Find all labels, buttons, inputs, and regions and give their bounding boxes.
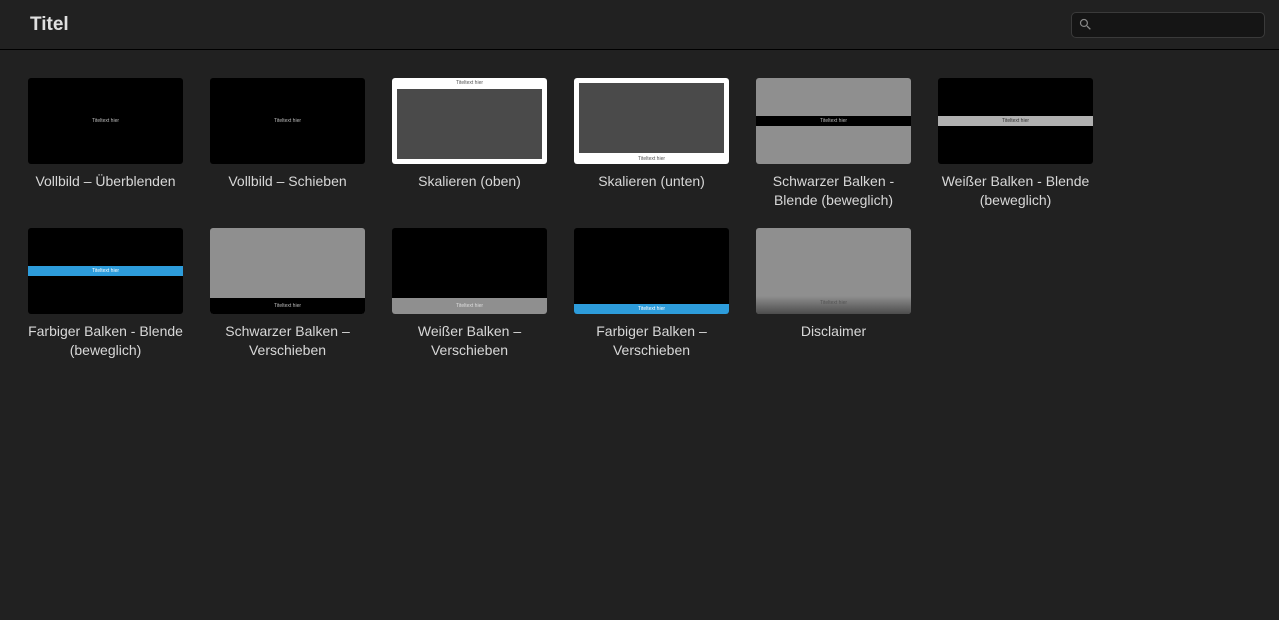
thumb-placeholder-text: Titeltext hier — [820, 118, 847, 124]
title-item[interactable]: Titeltext hier Vollbild – Schieben — [210, 78, 365, 210]
title-thumbnail: Titeltext hier — [574, 228, 729, 314]
title-thumbnail: Titeltext hier — [574, 78, 729, 164]
title-item[interactable]: Titeltext hier Skalieren (unten) — [574, 78, 729, 210]
title-thumbnail: Titeltext hier — [392, 228, 547, 314]
title-label: Schwarzer Balken – Verschieben — [210, 322, 365, 360]
title-item[interactable]: Titeltext hier Disclaimer — [756, 228, 911, 360]
title-label: Schwarzer Balken - Blende (beweglich) — [756, 172, 911, 210]
title-thumbnail: Titeltext hier — [28, 228, 183, 314]
thumb-placeholder-text: Titeltext hier — [638, 306, 665, 312]
title-item[interactable]: Titeltext hier Schwarzer Balken – Verschi… — [210, 228, 365, 360]
thumb-placeholder-text: Titeltext hier — [92, 118, 119, 124]
search-field[interactable] — [1071, 12, 1265, 38]
title-thumbnail: Titeltext hier — [756, 78, 911, 164]
page-title: Titel — [14, 14, 69, 36]
thumb-placeholder-text: Titeltext hier — [456, 303, 483, 309]
search-icon — [1078, 17, 1093, 32]
title-thumbnail: Titeltext hier — [756, 228, 911, 314]
thumb-placeholder-text: Titeltext hier — [456, 80, 483, 86]
search-input[interactable] — [1099, 17, 1258, 32]
thumb-placeholder-text: Titeltext hier — [638, 156, 665, 162]
header-bar: Titel — [0, 0, 1279, 50]
title-label: Farbiger Balken – Verschieben — [574, 322, 729, 360]
title-thumbnail: Titeltext hier — [392, 78, 547, 164]
title-item[interactable]: Titeltext hier Weißer Balken – Verschiebe… — [392, 228, 547, 360]
title-item[interactable]: Titeltext hier Farbiger Balken – Verschie… — [574, 228, 729, 360]
thumb-placeholder-text: Titeltext hier — [1002, 118, 1029, 124]
title-label: Skalieren (unten) — [598, 172, 705, 191]
titles-grid: Titeltext hierVollbild – ÜberblendenTite… — [0, 50, 1279, 388]
title-item[interactable]: Titeltext hier Schwarzer Balken - Blende … — [756, 78, 911, 210]
title-label: Farbiger Balken - Blende (beweglich) — [28, 322, 183, 360]
thumb-placeholder-text: Titeltext hier — [92, 268, 119, 274]
title-label: Skalieren (oben) — [418, 172, 521, 191]
title-label: Weißer Balken – Verschieben — [392, 322, 547, 360]
title-item[interactable]: Titeltext hier Vollbild – Überblenden — [28, 78, 183, 210]
title-label: Vollbild – Überblenden — [35, 172, 175, 191]
thumb-placeholder-text: Titeltext hier — [274, 118, 301, 124]
title-thumbnail: Titeltext hier — [210, 228, 365, 314]
title-thumbnail: Titeltext hier — [210, 78, 365, 164]
title-label: Weißer Balken - Blende (beweglich) — [938, 172, 1093, 210]
thumb-placeholder-text: Titeltext hier — [820, 300, 847, 306]
title-thumbnail: Titeltext hier — [28, 78, 183, 164]
title-label: Disclaimer — [801, 322, 866, 341]
title-item[interactable]: Titeltext hier Farbiger Balken - Blende (… — [28, 228, 183, 360]
title-thumbnail: Titeltext hier — [938, 78, 1093, 164]
title-label: Vollbild – Schieben — [228, 172, 346, 191]
title-item[interactable]: Titeltext hier Weißer Balken - Blende (be… — [938, 78, 1093, 210]
thumb-placeholder-text: Titeltext hier — [274, 303, 301, 309]
title-item[interactable]: Titeltext hier Skalieren (oben) — [392, 78, 547, 210]
